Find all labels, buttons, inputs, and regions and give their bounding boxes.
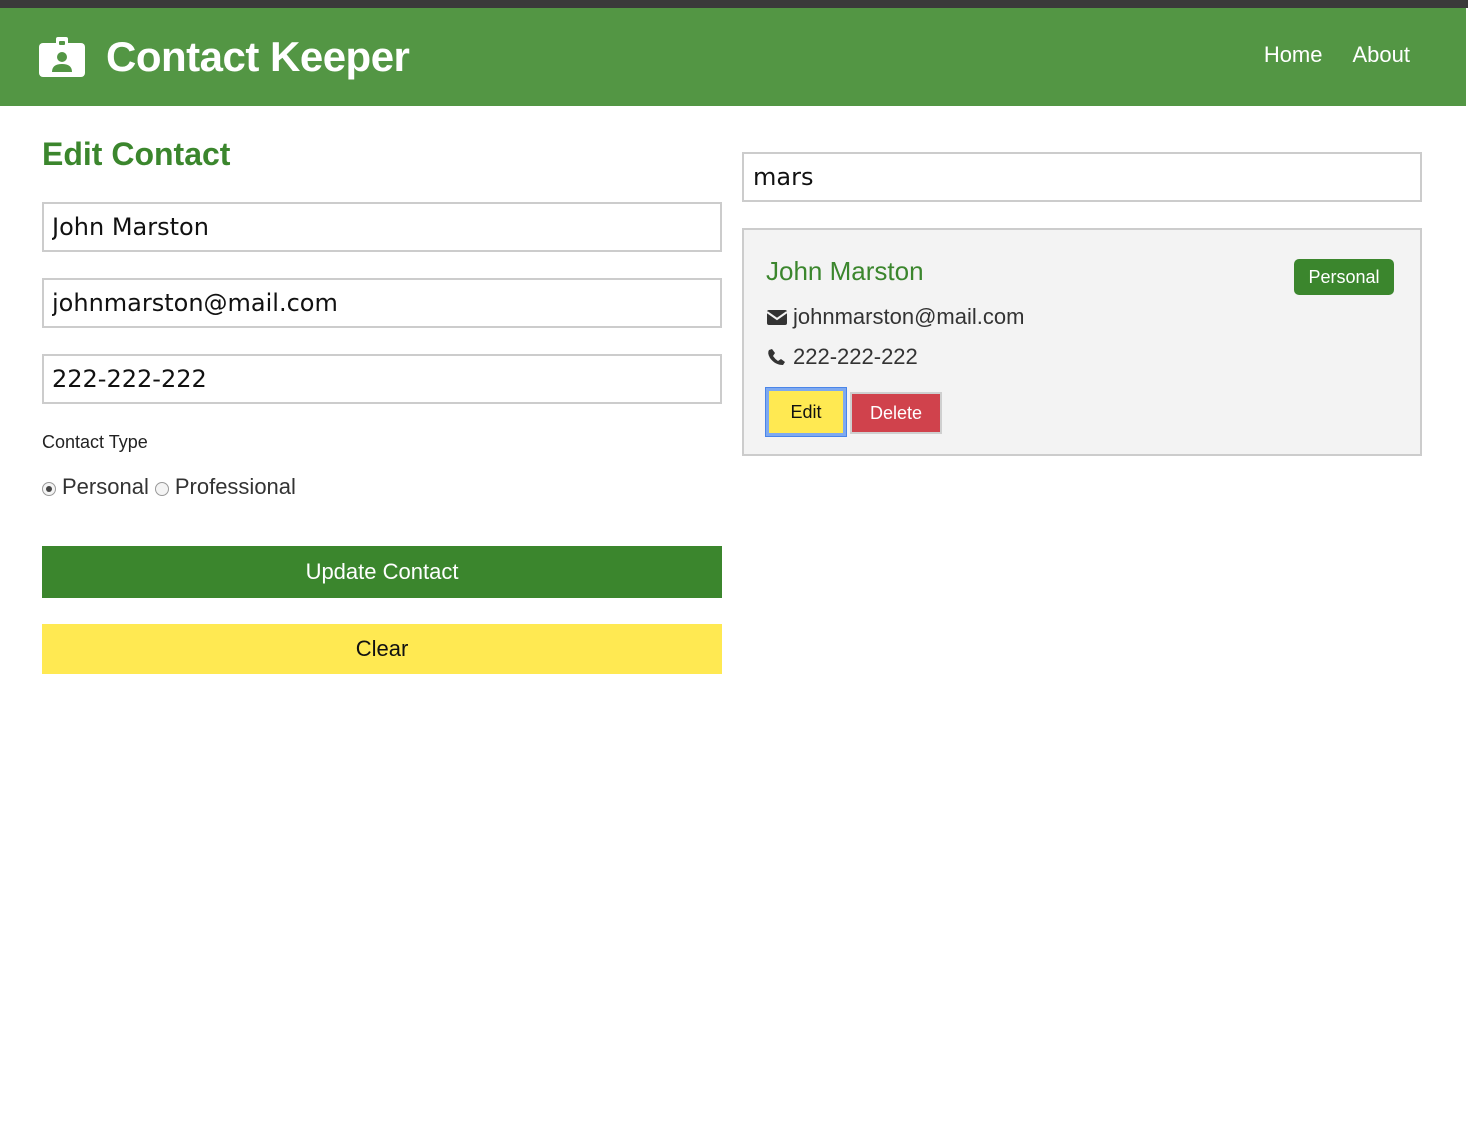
delete-button[interactable]: Delete [850, 392, 942, 434]
radio-professional-button[interactable] [154, 482, 169, 496]
form-title: Edit Contact [42, 136, 231, 172]
contact-card: John Marston Personal johnmarston@mail.c… [742, 228, 1422, 456]
envelope-icon [766, 310, 788, 325]
filter-input[interactable] [742, 152, 1422, 202]
nav-links: Home About [1264, 42, 1410, 68]
phone-input[interactable] [42, 354, 722, 404]
contact-type-badge: Personal [1294, 259, 1394, 295]
phone-icon [768, 349, 785, 365]
contact-phone-row: 222-222-222 [766, 344, 918, 370]
contact-type-label: Contact Type [42, 432, 148, 452]
contact-email-row: johnmarston@mail.com [766, 304, 1024, 330]
radio-professional-label[interactable]: Professional [175, 474, 296, 500]
radio-personal-label[interactable]: Personal [62, 474, 149, 500]
nav-link-home[interactable]: Home [1264, 42, 1323, 68]
contact-form: Edit Contact Contact Type Personal Profe… [42, 134, 722, 674]
contact-name: John Marston [766, 256, 924, 286]
radio-professional[interactable]: Professional [154, 474, 296, 500]
clear-button[interactable]: Clear [42, 624, 722, 674]
contact-phone: 222-222-222 [793, 344, 918, 369]
email-input[interactable] [42, 278, 722, 328]
name-input[interactable] [42, 202, 722, 252]
radio-personal-button[interactable] [42, 482, 56, 496]
navbar: Contact Keeper Home About [0, 8, 1466, 106]
radio-personal[interactable]: Personal [42, 474, 149, 500]
app-title: Contact Keeper [106, 33, 410, 80]
contact-email: johnmarston@mail.com [793, 304, 1025, 329]
edit-button[interactable]: Edit [766, 388, 846, 436]
brand[interactable]: Contact Keeper [38, 32, 410, 82]
window-top-strip [0, 0, 1468, 8]
nav-link-about[interactable]: About [1353, 42, 1411, 68]
update-contact-button[interactable]: Update Contact [42, 546, 722, 598]
contact-type-radio-group: Personal Professional [42, 474, 302, 500]
id-badge-icon [39, 37, 85, 77]
